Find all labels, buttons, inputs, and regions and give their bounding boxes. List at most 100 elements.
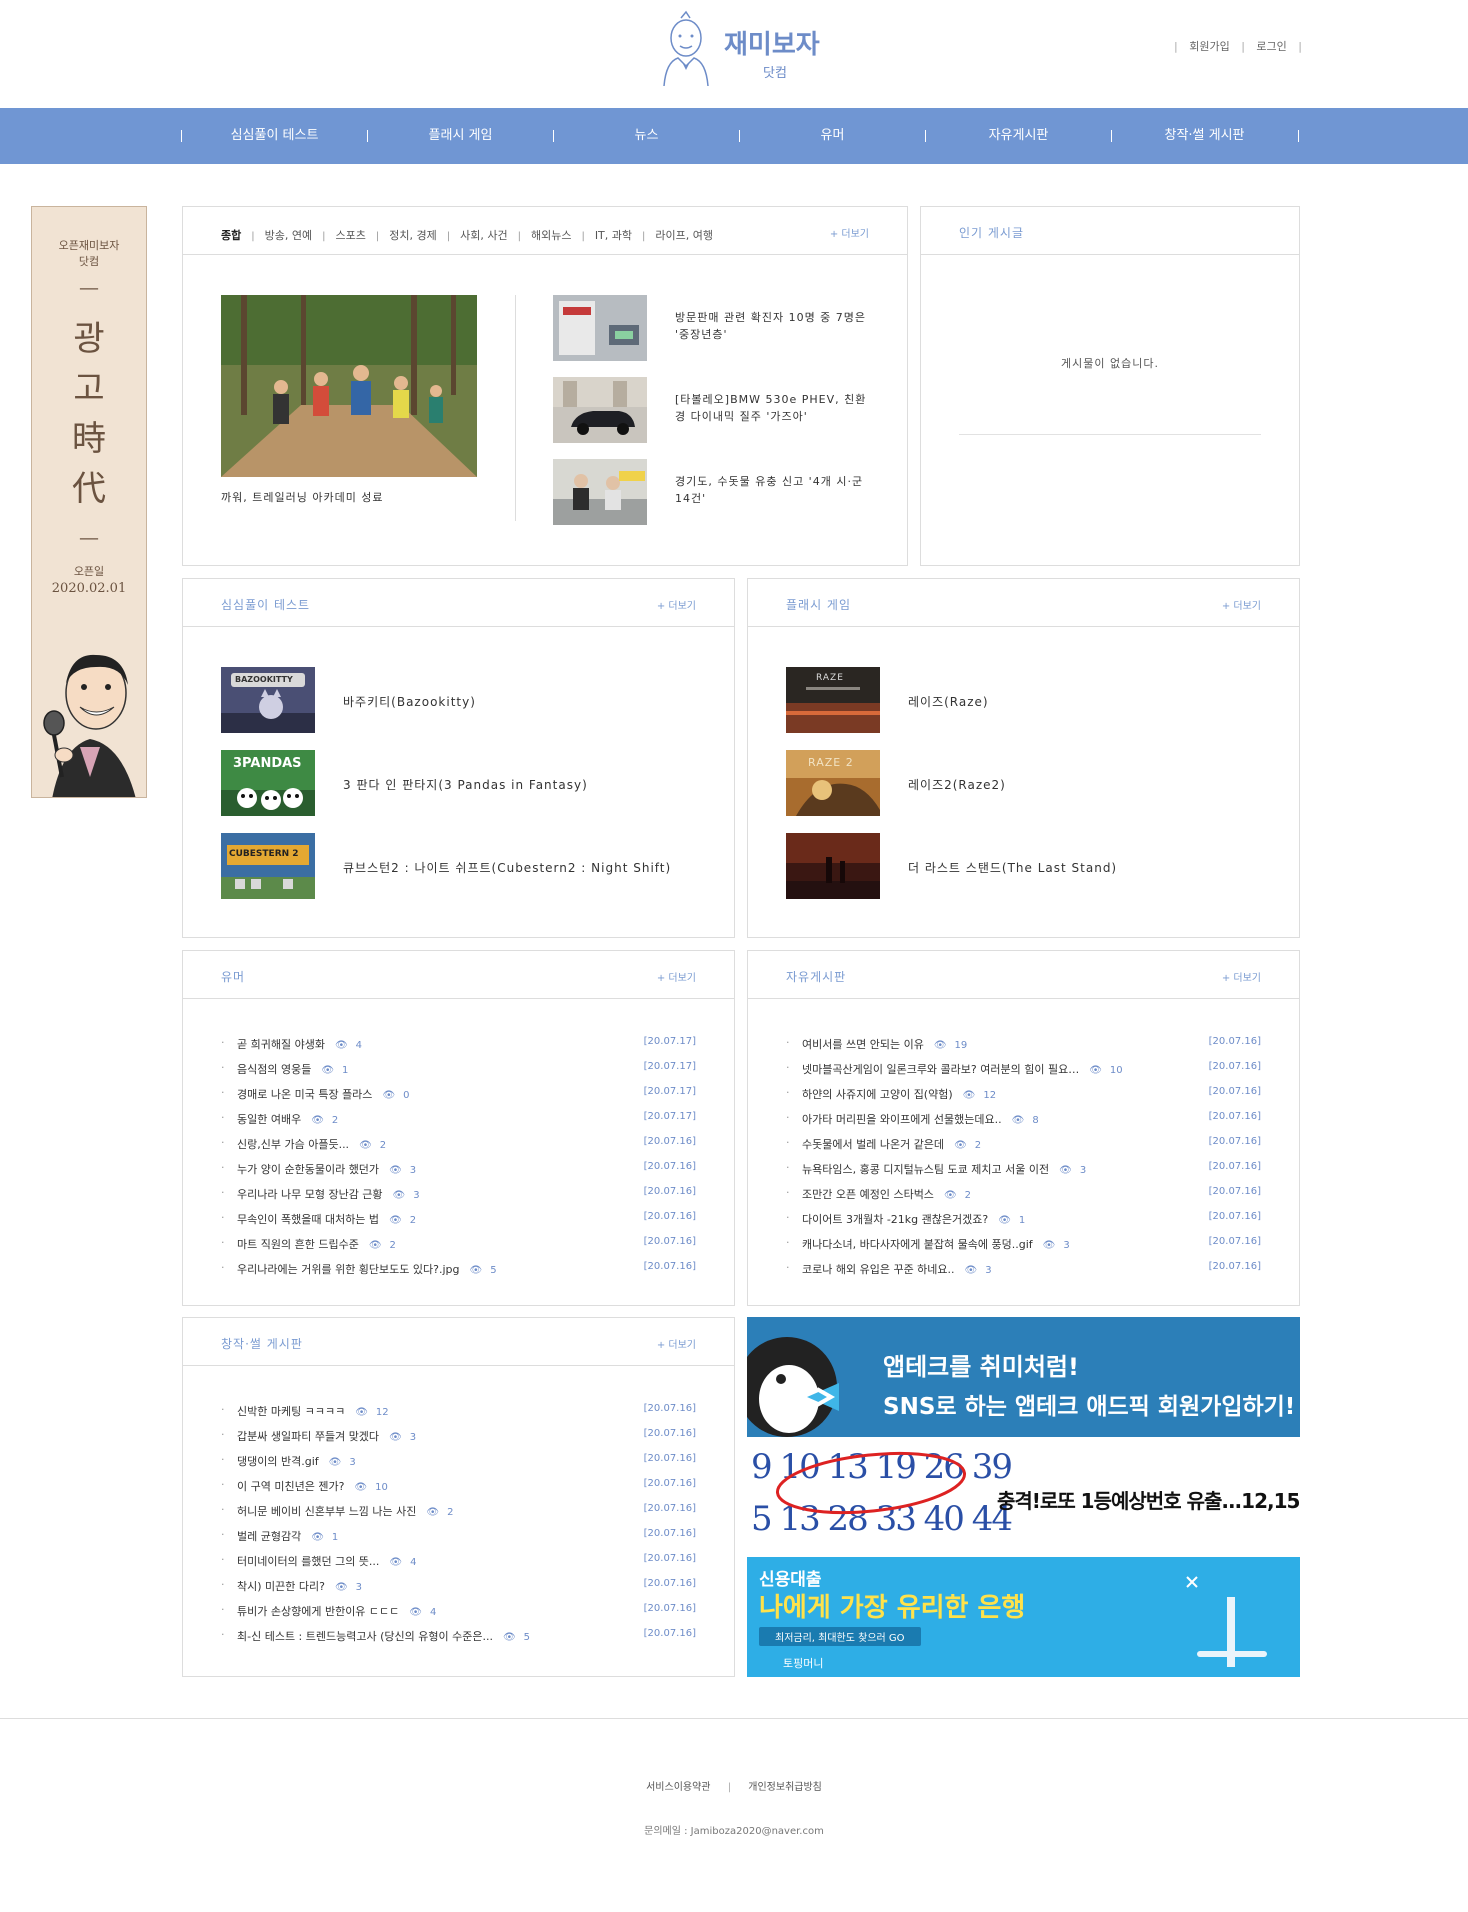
ad-banner-lotto[interactable]: 9 10 13 19 26 39 5 13 28 33 40 44 충격!로또 … bbox=[747, 1437, 1300, 1557]
post-title: 캐나다소녀, 바다사자에게 붙잡혀 물속에 풍덩..gif bbox=[802, 1238, 1033, 1251]
post-date: [20.07.16] bbox=[643, 1236, 696, 1247]
news-tab-it[interactable]: IT, 과학 bbox=[595, 229, 632, 242]
list-item[interactable]: · 넷마블곡산게임이 일론크루와 콜라보? 여러분의 힘이 필요… 👁 10 [20.0… bbox=[786, 1056, 1261, 1081]
list-item[interactable]: · 벌레 균형감각 👁 1 [20.07.16] bbox=[221, 1523, 696, 1548]
post-date: [20.07.16] bbox=[643, 1211, 696, 1222]
nav-flash-game[interactable]: 플래시 게임 bbox=[368, 108, 553, 164]
news-tab-all[interactable]: 종합 bbox=[221, 229, 241, 242]
list-item[interactable]: · 터미네이터의 를했던 그의 뜻... 👁 4 [20.07.16] bbox=[221, 1548, 696, 1573]
game-item[interactable]: CUBESTERN 2 큐브스턴2 : 나이트 쉬프트(Cubestern2 :… bbox=[221, 833, 701, 899]
nav-free-board[interactable]: 자유게시판 bbox=[926, 108, 1111, 164]
list-item[interactable]: · 착시) 미끈한 다리? 👁 3 [20.07.16] bbox=[221, 1573, 696, 1598]
nav-creative-board[interactable]: 창작·썰 게시판 bbox=[1112, 108, 1297, 164]
terms-link[interactable]: 서비스이용약관 bbox=[646, 1782, 710, 1793]
news-tab-life[interactable]: 라이프, 여행 bbox=[655, 229, 713, 242]
nav-humor[interactable]: 유머 bbox=[740, 108, 925, 164]
list-item[interactable]: · 아가타 머리핀을 와이프에게 선물했는데요.. 👁 8 [20.07.16] bbox=[786, 1106, 1261, 1131]
view-count: 3 bbox=[409, 1432, 417, 1443]
list-item[interactable]: · 신랑,신부 가슴 아플듯... 👁 2 [20.07.16] bbox=[221, 1131, 696, 1156]
news-tab-sports[interactable]: 스포츠 bbox=[335, 229, 365, 242]
free-more-link[interactable]: + 더보기 bbox=[1222, 969, 1261, 984]
humor-more-link[interactable]: + 더보기 bbox=[657, 969, 696, 984]
game-item[interactable]: 더 라스트 스탠드(The Last Stand) bbox=[786, 833, 1266, 899]
list-item[interactable]: · 조만간 오픈 예정인 스타벅스 👁 2 [20.07.16] bbox=[786, 1181, 1261, 1206]
post-date: [20.07.16] bbox=[643, 1603, 696, 1614]
list-item[interactable]: · 누가 양이 순한동물이라 했던가 👁 3 [20.07.16] bbox=[221, 1156, 696, 1181]
list-item[interactable]: · 캐나다소녀, 바다사자에게 붙잡혀 물속에 풍덩..gif 👁 3 [20.07.1… bbox=[786, 1231, 1261, 1256]
signup-link[interactable]: 회원가입 bbox=[1189, 40, 1229, 53]
post-title: 터미네이터의 를했던 그의 뜻... bbox=[237, 1555, 380, 1568]
game-item[interactable]: BAZOOKITTY 바주키티(Bazookitty) bbox=[221, 667, 701, 733]
list-item[interactable]: · 다이어트 3개월차 -21kg 괜찮은거겠죠? 👁 1 [20.07.16] bbox=[786, 1206, 1261, 1231]
post-title: 다이어트 3개월차 -21kg 괜찮은거겠죠? bbox=[802, 1213, 989, 1226]
creative-box-title: 창작·썰 게시판 bbox=[221, 1337, 303, 1351]
ad3-title: 나에게 가장 유리한 은행 bbox=[759, 1593, 1026, 1623]
list-item[interactable]: · 음식점의 영웅들 👁 1 [20.07.17] bbox=[221, 1056, 696, 1081]
ad-banner-loan[interactable]: 신용대출 나에게 가장 유리한 은행 최저금리, 최대한도 찾으러 GO 토핑머… bbox=[747, 1557, 1300, 1677]
post-date: [20.07.16] bbox=[643, 1528, 696, 1539]
eye-icon: 👁 bbox=[933, 1040, 947, 1051]
list-item[interactable]: · 마트 직원의 흔한 드립수준 👁 2 [20.07.16] bbox=[221, 1231, 696, 1256]
list-item[interactable]: · 댕댕이의 반격.gif 👁 3 [20.07.16] bbox=[221, 1448, 696, 1473]
view-count: 4 bbox=[355, 1040, 363, 1051]
list-item[interactable]: · 동일한 여배우 👁 2 [20.07.17] bbox=[221, 1106, 696, 1131]
view-count: 2 bbox=[389, 1240, 396, 1251]
list-item[interactable]: · 수돗물에서 벌레 나온거 같은데 👁 2 [20.07.16] bbox=[786, 1131, 1261, 1156]
news-tab-society[interactable]: 사회, 사건 bbox=[460, 229, 507, 242]
creative-more-link[interactable]: + 더보기 bbox=[657, 1336, 696, 1351]
post-title: 뉴욕타임스, 홍콩 디지털뉴스팀 도쿄 제치고 서울 이전 bbox=[802, 1163, 1050, 1176]
nav-test[interactable]: 심심풀이 테스트 bbox=[182, 108, 367, 164]
login-link[interactable]: 로그인 bbox=[1256, 40, 1286, 53]
view-count: 3 bbox=[985, 1265, 992, 1276]
post-date: [20.07.16] bbox=[1208, 1186, 1261, 1197]
ad-banner-adpick[interactable]: 앱테크를 취미처럼! SNS로 하는 앱테크 애드픽 회원가입하기! bbox=[747, 1317, 1300, 1437]
list-item[interactable]: · 뉴욕타임스, 홍콩 디지털뉴스팀 도쿄 제치고 서울 이전 👁 3 [20.07.1… bbox=[786, 1156, 1261, 1181]
news-tab-entertainment[interactable]: 방송, 연예 bbox=[265, 229, 312, 242]
game-item[interactable]: RAZE 2 레이즈2(Raze2) bbox=[786, 750, 1266, 816]
list-item[interactable]: · 이 구역 미친년은 젠가? 👁 10 [20.07.16] bbox=[221, 1473, 696, 1498]
list-item[interactable]: · 신박한 마케팅 ㅋㅋㅋㅋ 👁 12 [20.07.16] bbox=[221, 1398, 696, 1423]
list-item[interactable]: · 곧 희귀해질 야생화 👁 4 [20.07.17] bbox=[221, 1031, 696, 1056]
news-item[interactable]: [타볼레오]BMW 530e PHEV, 친환경 다이내믹 질주 '가즈아' bbox=[553, 377, 873, 443]
list-item[interactable]: · 코로나 해외 유입은 꾸준 하네요.. 👁 3 [20.07.16] bbox=[786, 1256, 1261, 1281]
list-item[interactable]: · 경매로 나온 미국 특장 플라스 👁 0 [20.07.17] bbox=[221, 1081, 696, 1106]
test-more-link[interactable]: + 더보기 bbox=[657, 597, 696, 612]
eye-icon: 👁 bbox=[426, 1507, 440, 1518]
post-date: [20.07.16] bbox=[643, 1186, 696, 1197]
post-date: [20.07.16] bbox=[1208, 1236, 1261, 1247]
post-title: 무속인이 폭했을때 대처하는 법 bbox=[237, 1213, 380, 1226]
game-item[interactable]: 3PANDAS 3 판다 인 판타지(3 Pandas in Fantasy) bbox=[221, 750, 701, 816]
list-item[interactable]: · 갑분싸 생일파티 쭈들겨 맞겠다 👁 3 [20.07.16] bbox=[221, 1423, 696, 1448]
nav-news[interactable]: 뉴스 bbox=[554, 108, 739, 164]
news-item[interactable]: 방문판매 관련 확진자 10명 중 7명은 '중장년층' bbox=[553, 295, 873, 361]
news-tab-politics[interactable]: 정치, 경제 bbox=[389, 229, 436, 242]
list-item[interactable]: · 무속인이 폭했을때 대처하는 법 👁 2 [20.07.16] bbox=[221, 1206, 696, 1231]
view-count: 3 bbox=[409, 1165, 417, 1176]
list-item[interactable]: · 우리나라에는 거위를 위한 횡단보도도 있다?.jpg 👁 5 [20.07.16] bbox=[221, 1256, 696, 1281]
post-title: 착시) 미끈한 다리? bbox=[237, 1580, 325, 1593]
view-count: 3 bbox=[413, 1190, 420, 1201]
news-item[interactable]: 경기도, 수돗물 유충 신고 '4개 시·군 14건' bbox=[553, 459, 873, 525]
top-links: | 회원가입 | 로그인 | bbox=[1173, 40, 1302, 53]
post-date: [20.07.16] bbox=[1208, 1086, 1261, 1097]
news-main-item[interactable]: 까워, 트레일러닝 아카데미 성료 bbox=[221, 295, 477, 505]
post-title: 우리나라 나무 모형 장난감 근황 bbox=[237, 1188, 383, 1201]
flash-more-link[interactable]: + 더보기 bbox=[1222, 597, 1261, 612]
site-logo[interactable]: 재미보자 닷컴 bbox=[656, 10, 826, 90]
post-date: [20.07.17] bbox=[643, 1086, 696, 1097]
list-item[interactable]: · 우리나라 나무 모형 장난감 근황 👁 3 [20.07.16] bbox=[221, 1181, 696, 1206]
side-ad-banner[interactable]: 오픈재미보자 닷컴 — 광 고 時 代 — 오픈일 2020.02.01 bbox=[31, 206, 147, 798]
game-item[interactable]: RAZE 레이즈(Raze) bbox=[786, 667, 1266, 733]
privacy-link[interactable]: 개인정보취급방침 bbox=[748, 1782, 822, 1793]
list-item[interactable]: · 튜비가 손상향에게 반한이유 ㄷㄷㄷ 👁 4 [20.07.16] bbox=[221, 1598, 696, 1623]
list-item[interactable]: · 여비서를 쓰면 안되는 이유 👁 19 [20.07.16] bbox=[786, 1031, 1261, 1056]
news-tab-world[interactable]: 해외뉴스 bbox=[531, 229, 571, 242]
view-count: 3 bbox=[1063, 1240, 1070, 1251]
post-title: 튜비가 손상향에게 반한이유 ㄷㄷㄷ bbox=[237, 1605, 400, 1618]
list-item[interactable]: · 하얀의 사쥬지에 고양이 집(약험) 👁 12 [20.07.16] bbox=[786, 1081, 1261, 1106]
humor-list: · 곧 희귀해질 야생화 👁 4 [20.07.17] · 음식점의 영웅들 👁 1 [20.0… bbox=[221, 1031, 696, 1281]
post-date: [20.07.17] bbox=[643, 1061, 696, 1072]
news-more-link[interactable]: + 더보기 bbox=[830, 225, 869, 240]
list-item[interactable]: · 허니문 베이비 신혼부부 느낌 나는 사진 👁 2 [20.07.16] bbox=[221, 1498, 696, 1523]
list-item[interactable]: · 최-신 테스트 : 트렌드능력고사 (당신의 유형이 수준은... 👁 5 [20.… bbox=[221, 1623, 696, 1648]
